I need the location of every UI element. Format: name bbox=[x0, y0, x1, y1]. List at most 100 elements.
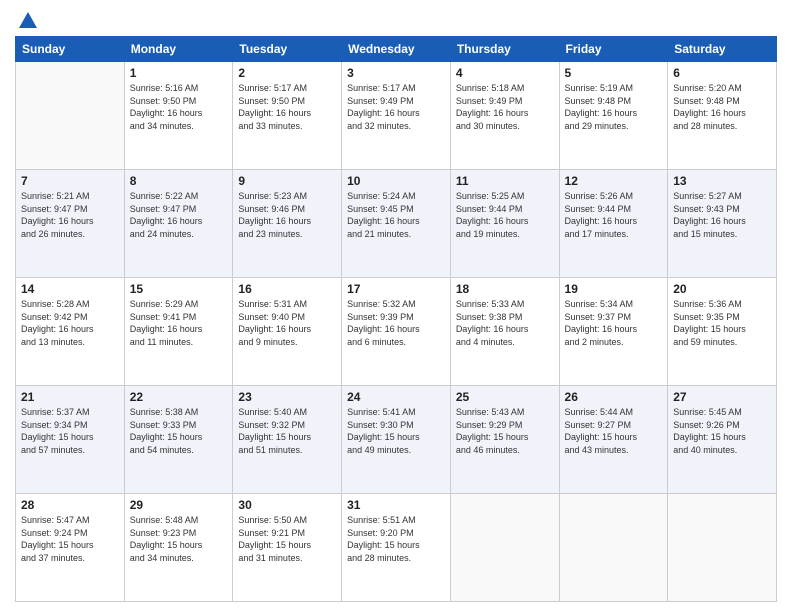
day-number: 18 bbox=[456, 282, 554, 296]
calendar-cell: 10Sunrise: 5:24 AM Sunset: 9:45 PM Dayli… bbox=[342, 170, 451, 278]
day-info: Sunrise: 5:17 AM Sunset: 9:50 PM Dayligh… bbox=[238, 82, 336, 132]
day-info: Sunrise: 5:16 AM Sunset: 9:50 PM Dayligh… bbox=[130, 82, 228, 132]
calendar-cell: 29Sunrise: 5:48 AM Sunset: 9:23 PM Dayli… bbox=[124, 494, 233, 602]
calendar-week-row: 1 Sunrise: 5:16 AM Sunset: 9:50 PM Daylig… bbox=[16, 62, 777, 170]
calendar-cell: 23 Sunrise: 5:40 AM Sunset: 9:32 PM Dayli… bbox=[233, 386, 342, 494]
calendar-cell: 14 Sunrise: 5:28 AM Sunset: 9:42 PM Dayli… bbox=[16, 278, 125, 386]
calendar-cell: 19 Sunrise: 5:34 AM Sunset: 9:37 PM Dayli… bbox=[559, 278, 668, 386]
day-number: 3 bbox=[347, 66, 445, 80]
calendar-week-row: 28Sunrise: 5:47 AM Sunset: 9:24 PM Dayli… bbox=[16, 494, 777, 602]
calendar-cell: 15 Sunrise: 5:29 AM Sunset: 9:41 PM Dayli… bbox=[124, 278, 233, 386]
day-number: 26 bbox=[565, 390, 663, 404]
day-info: Sunrise: 5:17 AM Sunset: 9:49 PM Dayligh… bbox=[347, 82, 445, 132]
day-info: Sunrise: 5:25 AM Sunset: 9:44 PM Dayligh… bbox=[456, 190, 554, 240]
calendar-week-row: 21 Sunrise: 5:37 AM Sunset: 9:34 PM Dayli… bbox=[16, 386, 777, 494]
calendar-day-header: Sunday bbox=[16, 37, 125, 62]
calendar-cell: 4 Sunrise: 5:18 AM Sunset: 9:49 PM Daylig… bbox=[450, 62, 559, 170]
day-info: Sunrise: 5:43 AM Sunset: 9:29 PM Dayligh… bbox=[456, 406, 554, 456]
day-info: Sunrise: 5:28 AM Sunset: 9:42 PM Dayligh… bbox=[21, 298, 119, 348]
day-info: Sunrise: 5:20 AM Sunset: 9:48 PM Dayligh… bbox=[673, 82, 771, 132]
day-number: 30 bbox=[238, 498, 336, 512]
calendar-cell: 26 Sunrise: 5:44 AM Sunset: 9:27 PM Dayli… bbox=[559, 386, 668, 494]
day-number: 25 bbox=[456, 390, 554, 404]
day-number: 7 bbox=[21, 174, 119, 188]
day-number: 2 bbox=[238, 66, 336, 80]
calendar-cell: 22 Sunrise: 5:38 AM Sunset: 9:33 PM Dayli… bbox=[124, 386, 233, 494]
calendar-cell: 3 Sunrise: 5:17 AM Sunset: 9:49 PM Daylig… bbox=[342, 62, 451, 170]
calendar-cell: 20Sunrise: 5:36 AM Sunset: 9:35 PM Dayli… bbox=[668, 278, 777, 386]
calendar-cell: 7 Sunrise: 5:21 AM Sunset: 9:47 PM Daylig… bbox=[16, 170, 125, 278]
calendar-week-row: 7 Sunrise: 5:21 AM Sunset: 9:47 PM Daylig… bbox=[16, 170, 777, 278]
day-info: Sunrise: 5:32 AM Sunset: 9:39 PM Dayligh… bbox=[347, 298, 445, 348]
calendar-cell: 16 Sunrise: 5:31 AM Sunset: 9:40 PM Dayli… bbox=[233, 278, 342, 386]
calendar-cell: 2 Sunrise: 5:17 AM Sunset: 9:50 PM Daylig… bbox=[233, 62, 342, 170]
calendar-cell: 28Sunrise: 5:47 AM Sunset: 9:24 PM Dayli… bbox=[16, 494, 125, 602]
day-number: 27 bbox=[673, 390, 771, 404]
day-info: Sunrise: 5:23 AM Sunset: 9:46 PM Dayligh… bbox=[238, 190, 336, 240]
day-info: Sunrise: 5:38 AM Sunset: 9:33 PM Dayligh… bbox=[130, 406, 228, 456]
calendar-cell: 5Sunrise: 5:19 AM Sunset: 9:48 PM Daylig… bbox=[559, 62, 668, 170]
day-info: Sunrise: 5:31 AM Sunset: 9:40 PM Dayligh… bbox=[238, 298, 336, 348]
calendar-cell: 27 Sunrise: 5:45 AM Sunset: 9:26 PM Dayli… bbox=[668, 386, 777, 494]
day-number: 22 bbox=[130, 390, 228, 404]
day-info: Sunrise: 5:44 AM Sunset: 9:27 PM Dayligh… bbox=[565, 406, 663, 456]
day-number: 12 bbox=[565, 174, 663, 188]
day-number: 15 bbox=[130, 282, 228, 296]
calendar-cell: 31 Sunrise: 5:51 AM Sunset: 9:20 PM Dayli… bbox=[342, 494, 451, 602]
calendar-cell: 6Sunrise: 5:20 AM Sunset: 9:48 PM Daylig… bbox=[668, 62, 777, 170]
day-number: 16 bbox=[238, 282, 336, 296]
page: SundayMondayTuesdayWednesdayThursdayFrid… bbox=[0, 0, 792, 612]
day-info: Sunrise: 5:37 AM Sunset: 9:34 PM Dayligh… bbox=[21, 406, 119, 456]
calendar-cell: 13 Sunrise: 5:27 AM Sunset: 9:43 PM Dayli… bbox=[668, 170, 777, 278]
calendar-cell bbox=[16, 62, 125, 170]
logo-text bbox=[15, 10, 39, 32]
day-info: Sunrise: 5:41 AM Sunset: 9:30 PM Dayligh… bbox=[347, 406, 445, 456]
calendar-header-row: SundayMondayTuesdayWednesdayThursdayFrid… bbox=[16, 37, 777, 62]
calendar-cell: 12 Sunrise: 5:26 AM Sunset: 9:44 PM Dayli… bbox=[559, 170, 668, 278]
day-info: Sunrise: 5:19 AM Sunset: 9:48 PM Dayligh… bbox=[565, 82, 663, 132]
calendar-cell: 18 Sunrise: 5:33 AM Sunset: 9:38 PM Dayli… bbox=[450, 278, 559, 386]
calendar-cell: 24Sunrise: 5:41 AM Sunset: 9:30 PM Dayli… bbox=[342, 386, 451, 494]
day-number: 4 bbox=[456, 66, 554, 80]
calendar-week-row: 14 Sunrise: 5:28 AM Sunset: 9:42 PM Dayli… bbox=[16, 278, 777, 386]
calendar-day-header: Tuesday bbox=[233, 37, 342, 62]
day-number: 14 bbox=[21, 282, 119, 296]
day-number: 23 bbox=[238, 390, 336, 404]
calendar-cell bbox=[450, 494, 559, 602]
day-number: 9 bbox=[238, 174, 336, 188]
day-info: Sunrise: 5:27 AM Sunset: 9:43 PM Dayligh… bbox=[673, 190, 771, 240]
day-info: Sunrise: 5:33 AM Sunset: 9:38 PM Dayligh… bbox=[456, 298, 554, 348]
day-number: 8 bbox=[130, 174, 228, 188]
day-number: 29 bbox=[130, 498, 228, 512]
day-number: 21 bbox=[21, 390, 119, 404]
logo bbox=[15, 10, 39, 28]
day-info: Sunrise: 5:34 AM Sunset: 9:37 PM Dayligh… bbox=[565, 298, 663, 348]
calendar-cell bbox=[559, 494, 668, 602]
day-info: Sunrise: 5:21 AM Sunset: 9:47 PM Dayligh… bbox=[21, 190, 119, 240]
day-number: 20 bbox=[673, 282, 771, 296]
day-info: Sunrise: 5:29 AM Sunset: 9:41 PM Dayligh… bbox=[130, 298, 228, 348]
calendar-cell: 25 Sunrise: 5:43 AM Sunset: 9:29 PM Dayli… bbox=[450, 386, 559, 494]
day-info: Sunrise: 5:40 AM Sunset: 9:32 PM Dayligh… bbox=[238, 406, 336, 456]
day-info: Sunrise: 5:45 AM Sunset: 9:26 PM Dayligh… bbox=[673, 406, 771, 456]
calendar-cell: 1 Sunrise: 5:16 AM Sunset: 9:50 PM Daylig… bbox=[124, 62, 233, 170]
calendar-cell bbox=[668, 494, 777, 602]
day-number: 1 bbox=[130, 66, 228, 80]
day-info: Sunrise: 5:26 AM Sunset: 9:44 PM Dayligh… bbox=[565, 190, 663, 240]
day-number: 13 bbox=[673, 174, 771, 188]
calendar-cell: 30 Sunrise: 5:50 AM Sunset: 9:21 PM Dayli… bbox=[233, 494, 342, 602]
calendar-cell: 9 Sunrise: 5:23 AM Sunset: 9:46 PM Daylig… bbox=[233, 170, 342, 278]
calendar-day-header: Thursday bbox=[450, 37, 559, 62]
day-info: Sunrise: 5:50 AM Sunset: 9:21 PM Dayligh… bbox=[238, 514, 336, 564]
day-info: Sunrise: 5:47 AM Sunset: 9:24 PM Dayligh… bbox=[21, 514, 119, 564]
calendar-cell: 11 Sunrise: 5:25 AM Sunset: 9:44 PM Dayli… bbox=[450, 170, 559, 278]
day-info: Sunrise: 5:24 AM Sunset: 9:45 PM Dayligh… bbox=[347, 190, 445, 240]
day-number: 11 bbox=[456, 174, 554, 188]
calendar-cell: 8Sunrise: 5:22 AM Sunset: 9:47 PM Daylig… bbox=[124, 170, 233, 278]
calendar-day-header: Friday bbox=[559, 37, 668, 62]
day-number: 19 bbox=[565, 282, 663, 296]
day-info: Sunrise: 5:18 AM Sunset: 9:49 PM Dayligh… bbox=[456, 82, 554, 132]
day-number: 31 bbox=[347, 498, 445, 512]
day-info: Sunrise: 5:51 AM Sunset: 9:20 PM Dayligh… bbox=[347, 514, 445, 564]
logo-icon bbox=[17, 10, 39, 32]
